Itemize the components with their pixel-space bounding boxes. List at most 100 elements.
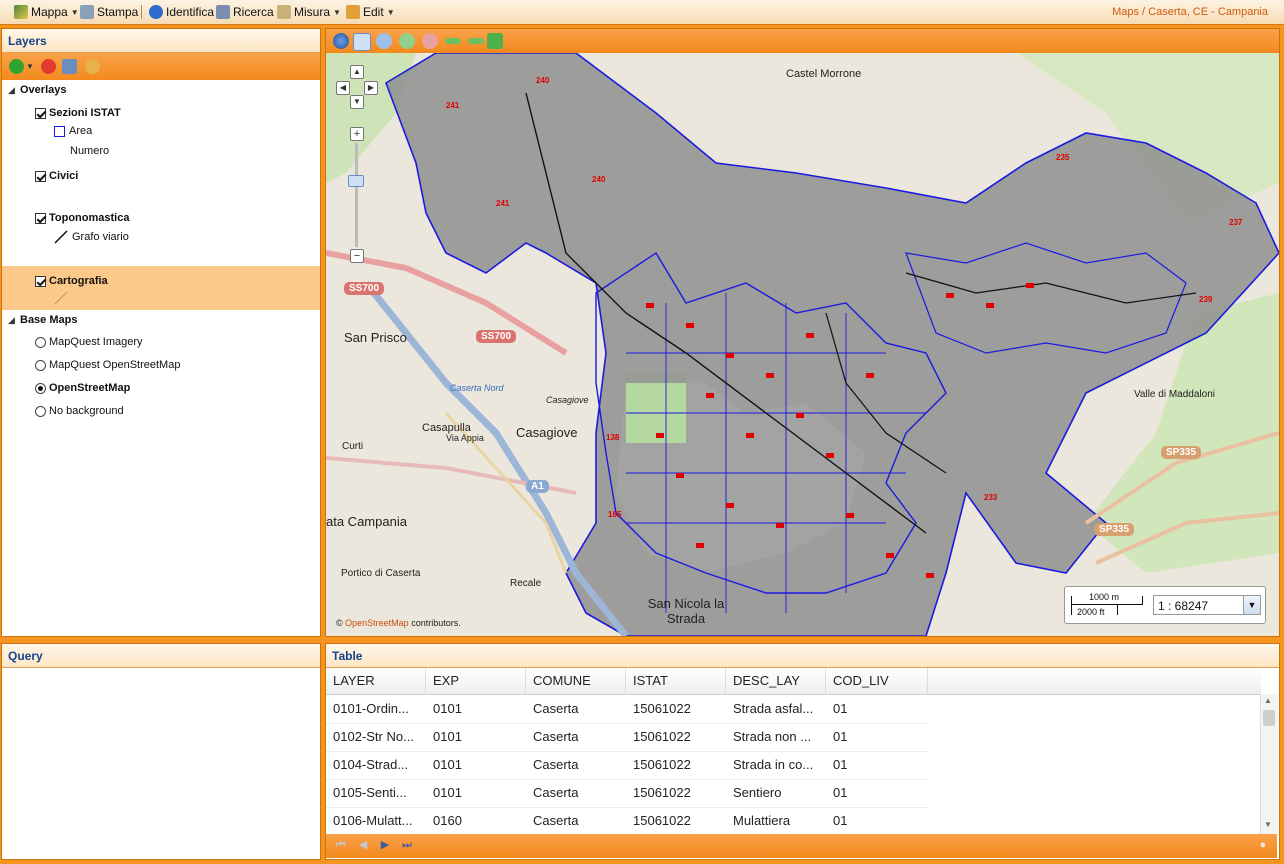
layer-checkbox[interactable] <box>35 212 46 224</box>
basemaps-label: Base Maps <box>20 314 78 326</box>
edit-label: Edit <box>363 5 384 19</box>
section-label: 138 <box>606 433 620 442</box>
basemap-label: MapQuest Imagery <box>49 336 143 348</box>
layer-sezioni-istat[interactable]: Sezioni ISTAT <box>35 104 121 122</box>
layer-checkbox[interactable] <box>35 170 46 182</box>
attribution-link[interactable]: OpenStreetMap <box>345 618 409 628</box>
column-header[interactable]: COMUNE <box>526 668 626 694</box>
zoom-extent-icon[interactable] <box>487 33 503 49</box>
prev-page-icon[interactable]: ◀ <box>356 838 370 852</box>
table-cell: Strada in co... <box>733 757 814 772</box>
map-canvas[interactable]: 240 241 240 241 235 237 239 233 138 165 … <box>326 53 1279 636</box>
pan-right-icon[interactable]: ▶ <box>364 81 378 95</box>
printer-icon <box>80 5 94 19</box>
column-header[interactable]: DESC_LAY <box>726 668 826 694</box>
breadcrumb-root[interactable]: Maps <box>1112 6 1139 18</box>
layer-civici[interactable]: Civici <box>35 167 78 185</box>
table-cell: 15061022 <box>633 813 691 828</box>
column-header[interactable]: LAYER <box>326 668 426 694</box>
basemap-radio[interactable] <box>35 382 46 394</box>
zoom-slider-handle[interactable] <box>348 175 364 187</box>
zoom-out-icon[interactable] <box>422 33 438 49</box>
scroll-up-icon[interactable]: ▲ <box>1264 696 1272 705</box>
zoom-minus-button[interactable]: − <box>350 249 364 263</box>
table-row[interactable]: 0102-Str No... 0101 Caserta 15061022 Str… <box>326 723 928 752</box>
table-scrollbar[interactable]: ▲ ▼ <box>1260 694 1278 834</box>
layer-checkbox[interactable] <box>35 275 46 287</box>
zoom-slider-track[interactable] <box>355 143 358 247</box>
remove-layer-icon[interactable] <box>41 59 56 74</box>
overlays-node[interactable]: ◢ Overlays <box>8 81 66 99</box>
expand-triangle-icon[interactable]: ◢ <box>8 315 20 326</box>
section-label: 240 <box>592 175 606 184</box>
attribution-prefix: © <box>336 618 343 628</box>
basemap-radio[interactable] <box>35 359 46 371</box>
stampa-button[interactable]: Stampa <box>80 3 138 21</box>
basemap-mapquest-imagery[interactable]: MapQuest Imagery <box>35 333 143 351</box>
pan-left-icon[interactable]: ◀ <box>336 81 350 95</box>
map-toolbar <box>326 29 1279 53</box>
place-label: San Prisco <box>344 330 407 345</box>
section-label: 240 <box>536 76 550 85</box>
arrow-forward-icon[interactable] <box>468 38 484 44</box>
misura-menu[interactable]: Misura ▼ <box>277 3 341 21</box>
chevron-down-icon[interactable]: ▼ <box>26 62 34 71</box>
layer-checkbox[interactable] <box>35 107 46 119</box>
mappa-menu[interactable]: Mappa ▼ <box>14 3 79 21</box>
globe-icon[interactable] <box>333 33 349 49</box>
edit-menu[interactable]: Edit ▼ <box>346 3 395 21</box>
arrow-back-icon[interactable] <box>445 38 461 44</box>
layer-toponomastica[interactable]: Toponomastica <box>35 209 129 227</box>
zoom-in-box-icon[interactable] <box>376 33 392 49</box>
last-page-icon[interactable]: ⏭ <box>400 838 414 852</box>
pan-up-icon[interactable]: ▲ <box>350 65 364 79</box>
table-cell: Caserta <box>533 785 579 800</box>
basemap-radio[interactable] <box>35 336 46 348</box>
pan-icon[interactable] <box>353 33 371 51</box>
basemaps-node[interactable]: ◢ Base Maps <box>8 311 77 329</box>
pan-down-icon[interactable]: ▼ <box>350 95 364 109</box>
scrollbar-thumb[interactable] <box>1263 710 1275 726</box>
table-row[interactable]: 0101-Ordin... 0101 Caserta 15061022 Stra… <box>326 695 928 724</box>
table-row[interactable]: 0106-Mulatt... 0160 Caserta 15061022 Mul… <box>326 807 928 836</box>
table-cell: 0106-Mulatt... <box>333 813 413 828</box>
table-cell: 15061022 <box>633 729 691 744</box>
basemap-mapquest-osm[interactable]: MapQuest OpenStreetMap <box>35 356 180 374</box>
top-toolbar: Mappa ▼ Stampa Identifica Ricerca Misura ▼… <box>0 0 1284 25</box>
identifica-button[interactable]: Identifica <box>149 3 214 21</box>
table-cell: Caserta <box>533 757 579 772</box>
road-shield: A1 <box>526 480 549 493</box>
layer-cartografia[interactable]: Cartografia <box>35 272 108 290</box>
ricerca-button[interactable]: Ricerca <box>216 3 274 21</box>
section-label: 165 <box>608 510 622 519</box>
basemap-openstreetmap[interactable]: OpenStreetMap <box>35 379 130 397</box>
pencil-icon <box>346 5 360 19</box>
expand-triangle-icon[interactable]: ◢ <box>8 85 20 96</box>
query-panel-title: Query <box>2 644 320 668</box>
next-page-icon[interactable]: ▶ <box>378 838 392 852</box>
scale-line-metric: 1000 m <box>1089 592 1120 602</box>
scroll-down-icon[interactable]: ▼ <box>1264 820 1272 829</box>
zoom-in-icon[interactable] <box>399 33 415 49</box>
chevron-down-icon[interactable]: ▼ <box>1243 596 1260 614</box>
add-layer-icon[interactable] <box>9 59 24 74</box>
basemap-radio[interactable] <box>35 405 46 417</box>
table-header: LAYER EXP COMUNE ISTAT DESC_LAY COD_LIV <box>326 668 1261 695</box>
table-row[interactable]: 0104-Strad... 0101 Caserta 15061022 Stra… <box>326 751 928 780</box>
basemap-no-background[interactable]: No background <box>35 402 124 420</box>
column-header[interactable]: ISTAT <box>626 668 726 694</box>
zoom-plus-button[interactable]: + <box>350 127 364 141</box>
palette-icon[interactable] <box>85 59 100 74</box>
map-icon <box>14 5 28 19</box>
column-header[interactable]: COD_LIV <box>826 668 928 694</box>
wrench-icon[interactable] <box>62 59 77 74</box>
table-row[interactable]: 0105-Senti... 0101 Caserta 15061022 Sent… <box>326 779 928 808</box>
zoom-icon[interactable]: ● <box>1256 838 1270 852</box>
layers-panel: Layers ▼ ◢ Overlays Sezioni ISTAT Area N… <box>1 28 321 637</box>
scale-select[interactable]: 1 : 68247 ▼ <box>1153 595 1261 615</box>
chevron-down-icon: ▼ <box>386 7 395 17</box>
map-panel: 240 241 240 241 235 237 239 233 138 165 … <box>325 28 1280 637</box>
first-page-icon[interactable]: ⏮ <box>334 838 348 852</box>
legend-numero: Numero <box>70 142 109 160</box>
column-header[interactable]: EXP <box>426 668 526 694</box>
